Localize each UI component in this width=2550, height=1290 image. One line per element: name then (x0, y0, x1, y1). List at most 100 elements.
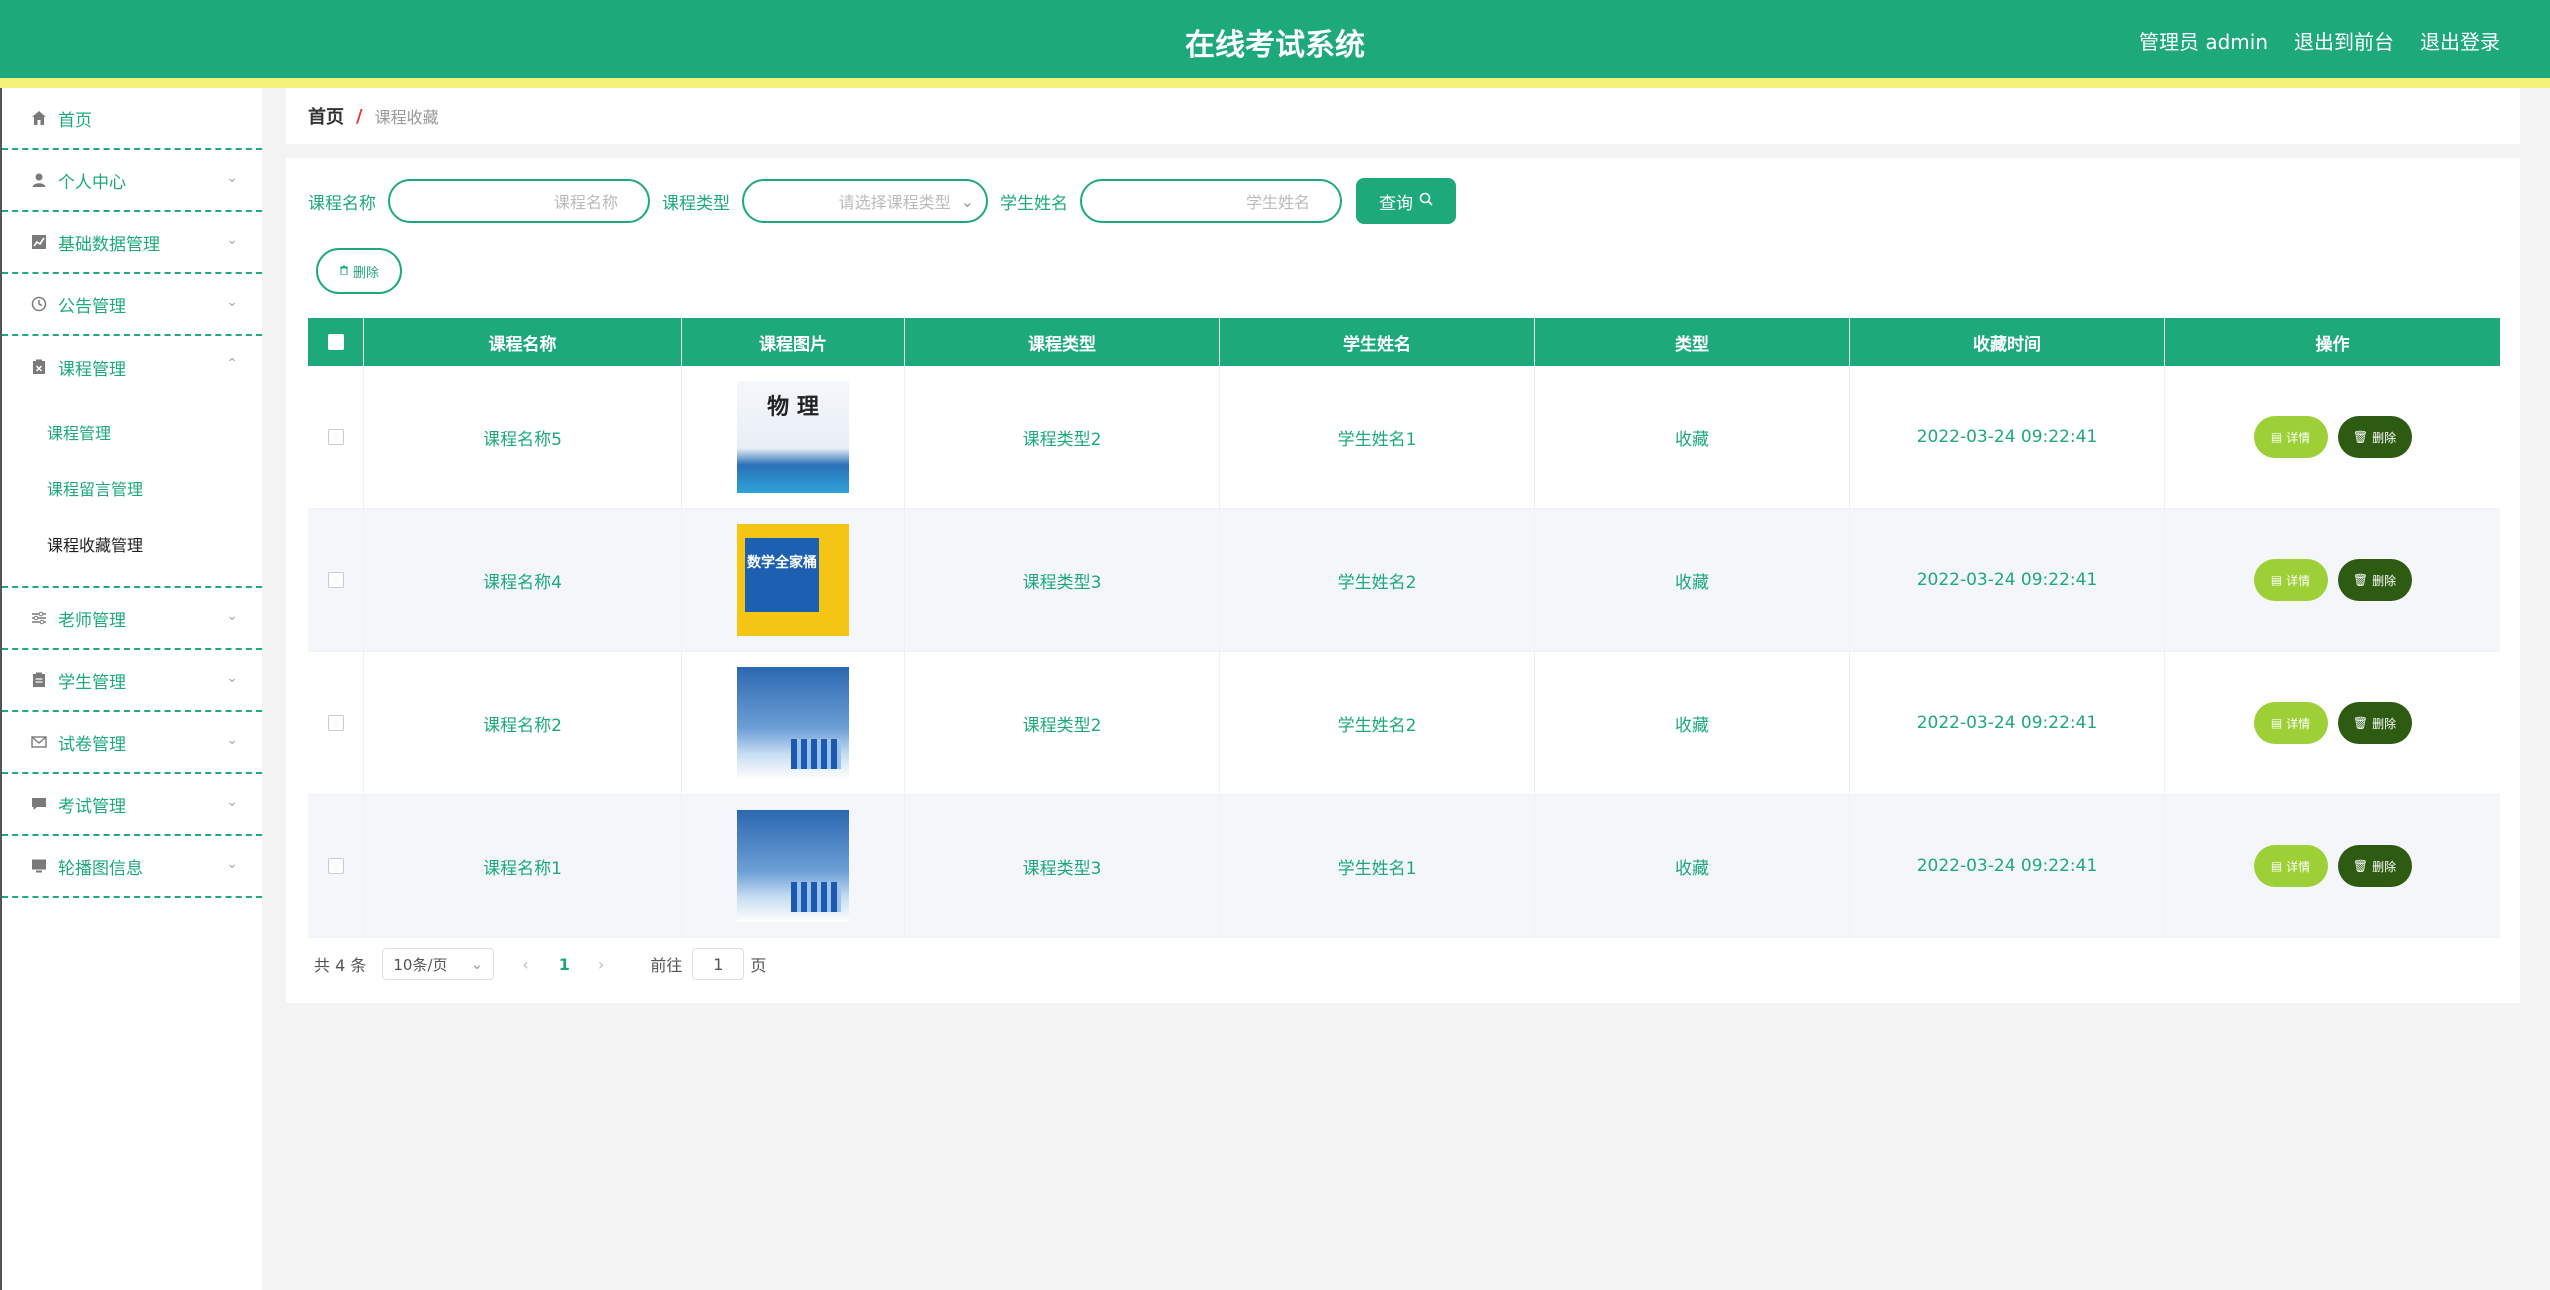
delete-button[interactable]: 🗑 删除 (2337, 702, 2412, 744)
sidebar-item-student[interactable]: 学生管理 ⌄ (2, 650, 262, 712)
trash-icon: 🗑 (2352, 716, 2369, 730)
sidebar-item-personal[interactable]: 个人中心 ⌄ (2, 150, 262, 212)
sidebar: 首页 个人中心 ⌄ 基础数据管理 ⌄ 公告管理 ⌄ 课程管理 ⌃ 课程管理 课程… (0, 88, 262, 1290)
query-button-label: 查询 (1379, 193, 1413, 214)
sidebar-item-label: 公告管理 (58, 296, 126, 317)
column-header: 类型 (1535, 318, 1850, 366)
course-type-label: 课程类型 (662, 193, 730, 214)
course-name-label: 课程名称 (308, 193, 376, 214)
column-header: 课程图片 (682, 318, 905, 366)
row-checkbox[interactable] (327, 572, 344, 588)
bulk-delete-button[interactable]: 删除 (316, 248, 402, 294)
exit-to-frontend-link[interactable]: 退出到前台 (2294, 26, 2394, 55)
delete-button[interactable]: 🗑 删除 (2337, 845, 2412, 887)
select-all-checkbox[interactable] (327, 334, 344, 350)
sidebar-item-exam[interactable]: 考试管理 ⌄ (2, 774, 262, 836)
mail-icon (30, 733, 48, 751)
detail-label: 详情 (2286, 859, 2311, 874)
course-name-input[interactable]: 课程名称 (388, 179, 650, 223)
goto-page-input[interactable]: 1 (692, 948, 745, 980)
search-icon (1419, 191, 1433, 211)
query-button[interactable]: 查询 (1356, 178, 1456, 224)
submenu-item-course-manage[interactable]: 课程管理 (2, 406, 262, 462)
row-select-cell (308, 509, 364, 651)
page-size-select[interactable]: 10条/页 ⌄ (382, 948, 495, 980)
student-name-cell: 学生姓名2 (1220, 652, 1535, 794)
delete-button[interactable]: 🗑 删除 (2337, 416, 2412, 458)
course-type-placeholder: 请选择课程类型 (838, 193, 951, 212)
detail-button[interactable]: ▤ 详情 (2253, 559, 2328, 601)
student-name-label: 学生姓名 (1000, 193, 1068, 214)
monitor-icon (30, 857, 48, 875)
course-name-placeholder: 课程名称 (553, 193, 618, 212)
course-name-cell: 课程名称1 (364, 795, 682, 937)
chevron-down-icon: ⌄ (226, 794, 238, 810)
actions-cell: ▤ 详情 🗑 删除 (2165, 509, 2500, 651)
course-image-cell (682, 795, 905, 937)
favorites-table: 课程名称 课程图片 课程类型 学生姓名 类型 收藏时间 操作 课程名称5 物 理… (308, 318, 2500, 938)
next-page-icon[interactable]: › (598, 955, 604, 974)
course-image: 数学全家桶 (737, 524, 849, 636)
favorite-time-cell: 2022-03-24 09:22:41 (1850, 509, 2165, 651)
favorite-time-cell: 2022-03-24 09:22:41 (1850, 652, 2165, 794)
student-name-cell: 学生姓名1 (1220, 366, 1535, 508)
submenu-item-course-comments[interactable]: 课程留言管理 (2, 462, 262, 518)
logout-link[interactable]: 退出登录 (2420, 26, 2500, 55)
submenu-item-course-favorites[interactable]: 课程收藏管理 (2, 518, 262, 574)
course-submenu: 课程管理 课程留言管理 课程收藏管理 (2, 398, 262, 588)
sidebar-item-course[interactable]: 课程管理 ⌃ (2, 336, 262, 398)
chevron-down-icon: ⌄ (470, 955, 484, 973)
course-image-text: 物 理 (767, 394, 819, 420)
breadcrumb-home[interactable]: 首页 (308, 103, 344, 129)
trash-icon: 🗑 (2352, 573, 2369, 587)
sidebar-item-label: 基础数据管理 (58, 234, 160, 255)
table-row: 课程名称4 数学全家桶 课程类型3 学生姓名2 收藏 2022-03-24 09… (308, 509, 2500, 652)
detail-button[interactable]: ▤ 详情 (2253, 702, 2328, 744)
course-image-cell: 物 理 (682, 366, 905, 508)
trash-icon: 🗑 (2352, 859, 2369, 873)
sidebar-item-carousel[interactable]: 轮播图信息 ⌄ (2, 836, 262, 898)
chevron-down-icon: ⌄ (226, 732, 238, 748)
page-number[interactable]: 1 (559, 955, 570, 974)
prev-page-icon[interactable]: ‹ (522, 955, 528, 974)
sidebar-item-paper[interactable]: 试卷管理 ⌄ (2, 712, 262, 774)
sidebar-item-notice[interactable]: 公告管理 ⌄ (2, 274, 262, 336)
actions-cell: ▤ 详情 🗑 删除 (2165, 366, 2500, 508)
course-type-cell: 课程类型3 (905, 795, 1220, 937)
admin-user-link[interactable]: 管理员 admin (2139, 26, 2268, 55)
favorite-time-cell: 2022-03-24 09:22:41 (1850, 366, 2165, 508)
sidebar-item-label: 轮播图信息 (58, 858, 143, 879)
sidebar-item-home[interactable]: 首页 (2, 88, 262, 150)
actions-cell: ▤ 详情 🗑 删除 (2165, 795, 2500, 937)
course-type-select[interactable]: 请选择课程类型 ⌄ (742, 179, 988, 223)
row-checkbox[interactable] (327, 858, 344, 874)
pagination: 共 4 条 10条/页 ⌄ ‹ 1 › 前往 1 页 (314, 948, 766, 980)
bulk-delete-label: 删除 (352, 265, 379, 281)
table-row: 课程名称2 课程类型2 学生姓名2 收藏 2022-03-24 09:22:41… (308, 652, 2500, 795)
detail-button[interactable]: ▤ 详情 (2253, 416, 2328, 458)
chevron-down-icon: ⌄ (226, 232, 238, 248)
user-icon (30, 171, 48, 189)
detail-button[interactable]: ▤ 详情 (2253, 845, 2328, 887)
chevron-down-icon: ⌄ (960, 191, 974, 211)
course-image-text: 数学全家桶 (747, 555, 817, 571)
delete-label: 删除 (2372, 859, 2397, 874)
detail-label: 详情 (2286, 573, 2311, 588)
sidebar-item-basic-data[interactable]: 基础数据管理 ⌄ (2, 212, 262, 274)
column-header: 课程类型 (905, 318, 1220, 366)
sidebar-item-label: 个人中心 (58, 172, 126, 193)
select-all-cell (308, 318, 364, 366)
course-image-panel (745, 538, 819, 612)
search-form: 课程名称 课程名称 课程类型 请选择课程类型 ⌄ 学生姓名 学生姓名 查询 (308, 178, 1456, 224)
course-type-cell: 课程类型3 (905, 509, 1220, 651)
delete-button[interactable]: 🗑 删除 (2337, 559, 2412, 601)
row-checkbox[interactable] (327, 429, 344, 445)
course-image-decoration (791, 882, 841, 912)
sidebar-item-teacher[interactable]: 老师管理 ⌄ (2, 588, 262, 650)
delete-label: 删除 (2372, 573, 2397, 588)
table-header: 课程名称 课程图片 课程类型 学生姓名 类型 收藏时间 操作 (308, 318, 2500, 366)
sidebar-item-label: 试卷管理 (58, 734, 126, 755)
row-checkbox[interactable] (327, 715, 344, 731)
student-name-input[interactable]: 学生姓名 (1080, 179, 1342, 223)
breadcrumb-current: 课程收藏 (374, 108, 439, 127)
